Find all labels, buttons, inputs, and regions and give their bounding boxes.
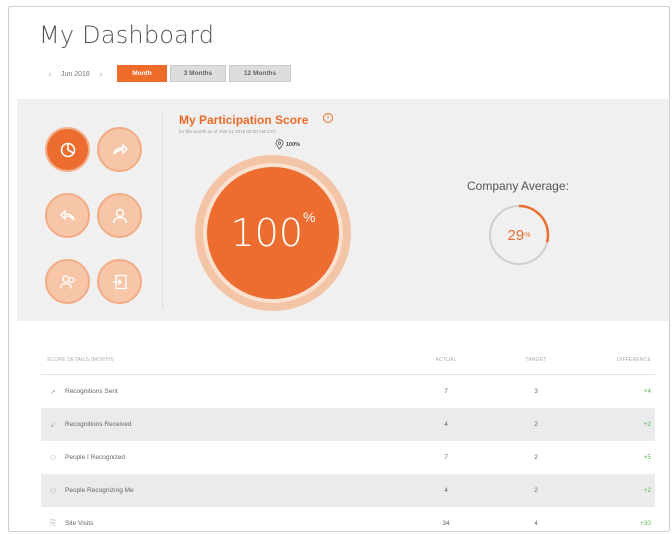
pie-chart-icon <box>60 142 75 157</box>
score-marker: 100% <box>275 139 300 150</box>
location-pin-icon <box>275 139 284 150</box>
company-average-value-wrap: 29% <box>487 203 551 267</box>
info-icon[interactable]: i <box>323 113 333 123</box>
chevron-left-icon[interactable]: ‹ <box>43 69 57 80</box>
row-label: People I Recognized <box>65 454 125 461</box>
participation-subtitle: for this month as of JUN-21-2018 02:00 A… <box>179 129 276 134</box>
tab-3-months[interactable]: 3 Months <box>170 65 226 82</box>
reply-icon <box>59 208 75 221</box>
recognitions-received-button[interactable] <box>45 193 90 238</box>
table-row: ⚇ People I Recognized 7 2 +5 <box>41 441 655 474</box>
header-label: SCORE DETAILS (MONTH) <box>47 356 114 363</box>
tab-month[interactable]: Month <box>117 65 167 82</box>
tab-12-months[interactable]: 12 Months <box>229 65 291 82</box>
period-tabs: Month 3 Months 12 Months <box>117 65 294 82</box>
panel-divider <box>162 113 163 309</box>
participation-score-circle: 100% <box>195 155 351 311</box>
login-icon: ⎘ <box>50 519 56 527</box>
company-average-unit: % <box>524 231 531 239</box>
row-difference: +30 <box>639 520 651 527</box>
site-visits-button[interactable] <box>97 259 142 304</box>
score-details-table: SCORE DETAILS (MONTH) ACTUAL TARGET DIFF… <box>41 345 655 531</box>
company-average-value: 29 <box>507 226 525 244</box>
row-difference: +5 <box>643 454 651 461</box>
score-panel: My Participation Score i for this month … <box>17 99 669 321</box>
table-row: ↗ Recognitions Sent 7 3 +4 <box>41 375 655 408</box>
row-label: Recognitions Received <box>65 421 132 428</box>
row-actual: 4 <box>444 421 448 428</box>
page-title: My Dashboard <box>39 21 215 49</box>
row-difference: +2 <box>643 421 651 428</box>
user-icon <box>112 208 127 223</box>
login-icon <box>112 274 127 289</box>
score-marker-label: 100% <box>286 141 301 148</box>
row-target: 2 <box>534 421 538 428</box>
reply-icon: ↙ <box>50 421 56 429</box>
row-target: 2 <box>534 487 538 494</box>
table-row: ⚇ People Recognizing Me 4 2 +2 <box>41 474 655 507</box>
header-actual: ACTUAL <box>435 356 457 363</box>
participation-score-inner: 100% <box>203 163 343 303</box>
row-actual: 4 <box>444 487 448 494</box>
recognitions-sent-button[interactable] <box>97 127 142 172</box>
participation-title: My Participation Score <box>179 113 309 127</box>
period-selector: ‹ Jun 2018 › <box>43 69 108 80</box>
row-target: 4 <box>534 520 538 527</box>
users-icon <box>59 274 75 289</box>
participation-score-unit: % <box>303 209 316 225</box>
header-target: TARGET <box>525 356 547 363</box>
row-label: Site Visits <box>65 520 94 527</box>
row-label: Recognitions Sent <box>65 388 118 395</box>
users-icon: ⚇ <box>49 487 57 495</box>
period-date: Jun 2018 <box>61 71 90 78</box>
row-target: 3 <box>534 388 538 395</box>
row-label: People Recognizing Me <box>65 487 134 494</box>
row-actual: 7 <box>444 388 448 395</box>
participation-score-value: 100 <box>230 211 304 255</box>
row-difference: +2 <box>643 487 651 494</box>
people-recognized-button[interactable] <box>97 193 142 238</box>
row-actual: 7 <box>444 454 448 461</box>
table-row: ⎘ Site Visits 34 4 +30 <box>41 507 655 531</box>
chevron-right-icon[interactable]: › <box>94 69 108 80</box>
overview-button[interactable] <box>45 127 90 172</box>
table-header: SCORE DETAILS (MONTH) ACTUAL TARGET DIFF… <box>41 345 655 375</box>
share-icon: ↗ <box>50 388 56 396</box>
row-actual: 34 <box>442 520 450 527</box>
people-recognizing-me-button[interactable] <box>45 259 90 304</box>
user-icon: ⚇ <box>49 454 57 462</box>
row-difference: +4 <box>643 388 651 395</box>
share-icon <box>112 142 128 155</box>
dashboard-frame: My Dashboard ‹ Jun 2018 › Month 3 Months… <box>8 6 670 532</box>
table-row: ↙ Recognitions Received 4 2 +2 <box>41 408 655 441</box>
company-average-label: Company Average: <box>467 179 569 193</box>
header-difference: DIFFERENCE <box>617 356 651 363</box>
row-target: 2 <box>534 454 538 461</box>
table-body: ↗ Recognitions Sent 7 3 +4 ↙ Recognitions … <box>41 375 655 531</box>
